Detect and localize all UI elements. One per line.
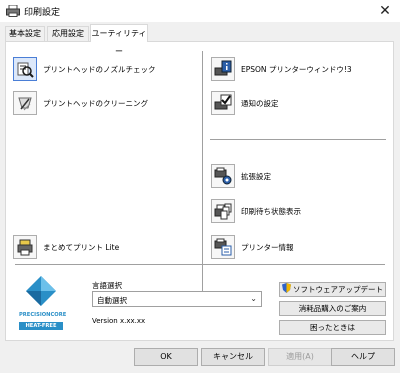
status-monitor-button[interactable]	[211, 57, 235, 81]
print-queue-label[interactable]: 印刷待ち状態表示	[241, 206, 301, 217]
nozzle-check-icon	[17, 62, 34, 78]
apply-button[interactable]: 適用(A)	[268, 348, 332, 366]
printer-info-label[interactable]: プリンター情報	[241, 242, 294, 253]
window-title: 印刷設定	[24, 8, 61, 18]
language-select[interactable]: 自動選択 ⌄	[92, 291, 262, 307]
precisioncore-logo: PRECISIONCORE HEAT-FREE	[16, 274, 66, 334]
head-cleaning-label[interactable]: プリントヘッドのクリーニング	[43, 98, 148, 109]
nozzle-check-button[interactable]	[13, 57, 37, 81]
status-monitor-label[interactable]: EPSON プリンターウィンドウ!3	[241, 64, 352, 75]
supplies-info-button[interactable]: 消耗品購入のご案内	[279, 301, 386, 316]
cancel-button[interactable]: キャンセル	[201, 348, 265, 366]
nozzle-check-label[interactable]: プリントヘッドのノズルチェック	[43, 64, 156, 75]
head-cleaning-button[interactable]	[13, 91, 37, 115]
tab-advanced[interactable]: 応用設定	[47, 26, 89, 42]
print-lite-button[interactable]	[13, 235, 37, 259]
close-icon: ✕	[379, 3, 391, 19]
software-update-label: ソフトウェアアップデート	[293, 285, 383, 294]
notification-settings-button[interactable]	[211, 91, 235, 115]
printer-info-button[interactable]	[211, 235, 235, 259]
help-button[interactable]: ヘルプ	[331, 348, 395, 366]
software-update-button[interactable]: ソフトウェアアップデート	[279, 282, 386, 297]
right-divider	[210, 139, 386, 140]
print-lite-icon	[17, 239, 33, 256]
print-lite-label[interactable]: まとめてプリント Lite	[43, 242, 119, 253]
title-bar: 印刷設定 ✕	[0, 0, 400, 22]
language-label: 言語選択	[92, 281, 122, 290]
chevron-down-icon: ⌄	[250, 294, 257, 303]
close-button[interactable]: ✕	[370, 0, 400, 22]
shield-icon	[282, 283, 291, 293]
utility-panel: プリントヘッドのノズルチェック プリントヘッドのクリーニング まとめてプリント …	[5, 41, 394, 341]
notification-label[interactable]: 通知の設定	[241, 98, 279, 109]
logo-text-heatfree: HEAT-FREE	[25, 323, 57, 329]
printer-info-icon	[214, 238, 232, 256]
ok-button[interactable]: OK	[134, 348, 198, 366]
notification-icon	[214, 94, 232, 110]
status-monitor-icon	[214, 60, 232, 76]
bottom-divider	[15, 264, 385, 265]
printer-app-icon	[6, 5, 20, 17]
extended-settings-button[interactable]	[211, 164, 235, 188]
logo-text-precisioncore: PRECISIONCORE	[19, 312, 67, 318]
extended-settings-icon	[214, 167, 232, 185]
vertical-divider	[202, 51, 203, 303]
tab-basic[interactable]: 基本設定	[5, 26, 45, 42]
extended-settings-label[interactable]: 拡張設定	[241, 171, 271, 182]
print-queue-button[interactable]	[211, 199, 235, 223]
troubleshoot-button[interactable]: 困ったときは	[279, 320, 386, 335]
head-cleaning-icon	[18, 97, 32, 111]
tab-utility[interactable]: ユーティリティー	[90, 24, 148, 56]
language-select-value: 自動選択	[97, 296, 127, 305]
version-text: Version x.xx.xx	[92, 317, 146, 325]
print-queue-icon	[214, 203, 232, 220]
